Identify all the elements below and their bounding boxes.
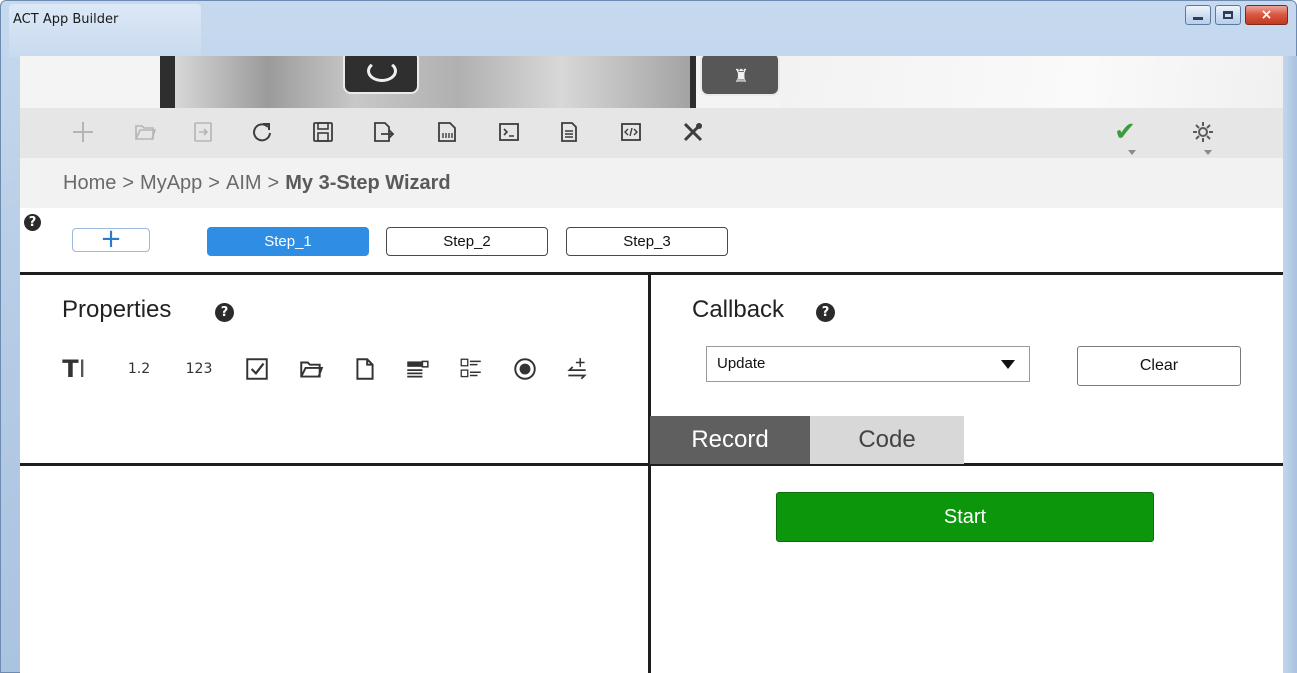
breadcrumb-home[interactable]: Home — [63, 172, 116, 194]
terminal-icon[interactable] — [494, 116, 524, 148]
callback-select[interactable]: Update — [706, 346, 1030, 382]
banner-image — [175, 56, 690, 108]
document-icon[interactable] — [554, 116, 584, 148]
step-3-button[interactable]: Step_3 — [566, 227, 728, 256]
redo-icon[interactable] — [246, 116, 276, 148]
checklist-icon[interactable] — [456, 352, 486, 386]
breadcrumb-separator: > — [208, 172, 220, 194]
swap-add-icon[interactable] — [562, 352, 592, 386]
integer-icon[interactable]: 123 — [182, 352, 216, 386]
divider-top — [20, 272, 1283, 275]
maximize-icon — [1223, 11, 1233, 19]
breadcrumb-separator: > — [122, 172, 135, 194]
divider-vertical[interactable] — [648, 275, 651, 673]
start-button[interactable]: Start — [776, 492, 1154, 542]
close-icon: × — [1260, 7, 1273, 23]
callback-help-icon[interactable]: ? — [816, 303, 835, 322]
callback-select-value: Update — [717, 355, 766, 372]
banner-fade — [780, 56, 1283, 108]
step-1-button[interactable]: Step_1 — [207, 227, 369, 256]
tab-code[interactable]: Code — [810, 416, 964, 464]
banner-tile-tower: ♜ — [700, 56, 780, 96]
plus-icon[interactable] — [68, 116, 98, 148]
export-icon[interactable] — [368, 116, 398, 148]
decimal-icon[interactable]: 1.2 — [124, 352, 154, 386]
callback-title: Callback — [692, 296, 784, 324]
text-field-icon[interactable]: TI — [60, 352, 88, 386]
file-icon[interactable] — [350, 352, 380, 386]
save-icon[interactable] — [308, 116, 338, 148]
properties-title-text: Properties — [62, 296, 172, 323]
gear-caret-icon — [1204, 150, 1212, 155]
radio-icon[interactable] — [510, 352, 540, 386]
breadcrumb-current: My 3-Step Wizard — [285, 172, 451, 194]
callback-title-text: Callback — [692, 296, 785, 323]
minimize-button[interactable] — [1185, 5, 1211, 25]
checkbox-icon[interactable] — [242, 352, 272, 386]
minimize-icon — [1193, 16, 1203, 20]
breadcrumb-aim[interactable]: AIM — [226, 172, 262, 194]
step-2-button[interactable]: Step_2 — [386, 227, 548, 256]
breadcrumb-separator: > — [267, 172, 280, 194]
folder-icon[interactable] — [296, 352, 326, 386]
clear-button[interactable]: Clear — [1077, 346, 1241, 386]
tools-icon[interactable] — [678, 116, 708, 148]
check-icon[interactable]: ✔ — [1110, 116, 1140, 148]
signal-icon — [367, 60, 397, 82]
banner-tile-signal — [343, 56, 419, 94]
tower-icon: ♜ — [733, 66, 750, 87]
window-title: ACT App Builder — [13, 12, 119, 27]
step-row: ? + Step_1 Step_2 Step_3 — [20, 208, 1283, 272]
banner: ♜ — [20, 56, 1283, 108]
client-area: ♜ ✔ Home > MyApp > AIM > My 3-Step Wizar… — [20, 56, 1283, 673]
open-icon[interactable] — [130, 116, 160, 148]
gear-icon[interactable] — [1188, 116, 1218, 148]
chevron-down-icon — [1001, 360, 1015, 369]
close-button[interactable]: × — [1245, 5, 1288, 25]
import-icon[interactable] — [188, 116, 218, 148]
help-icon[interactable]: ? — [24, 214, 41, 231]
dropdown-icon[interactable] — [402, 352, 432, 386]
window-edge — [1283, 56, 1297, 673]
breadcrumb: Home > MyApp > AIM > My 3-Step Wizard — [63, 172, 451, 195]
title-bar[interactable]: ACT App Builder × — [1, 1, 1297, 57]
tab-record[interactable]: Record — [650, 416, 810, 464]
maximize-button[interactable] — [1215, 5, 1241, 25]
properties-help-icon[interactable]: ? — [215, 303, 234, 322]
binary-icon[interactable] — [432, 116, 462, 148]
code-icon[interactable] — [616, 116, 646, 148]
add-step-button[interactable]: + — [72, 226, 150, 252]
check-caret-icon — [1128, 150, 1136, 155]
properties-title: Properties — [62, 296, 171, 324]
breadcrumb-bar: Home > MyApp > AIM > My 3-Step Wizard — [20, 158, 1283, 208]
toolbar: ✔ — [20, 108, 1283, 158]
breadcrumb-myapp[interactable]: MyApp — [140, 172, 202, 194]
